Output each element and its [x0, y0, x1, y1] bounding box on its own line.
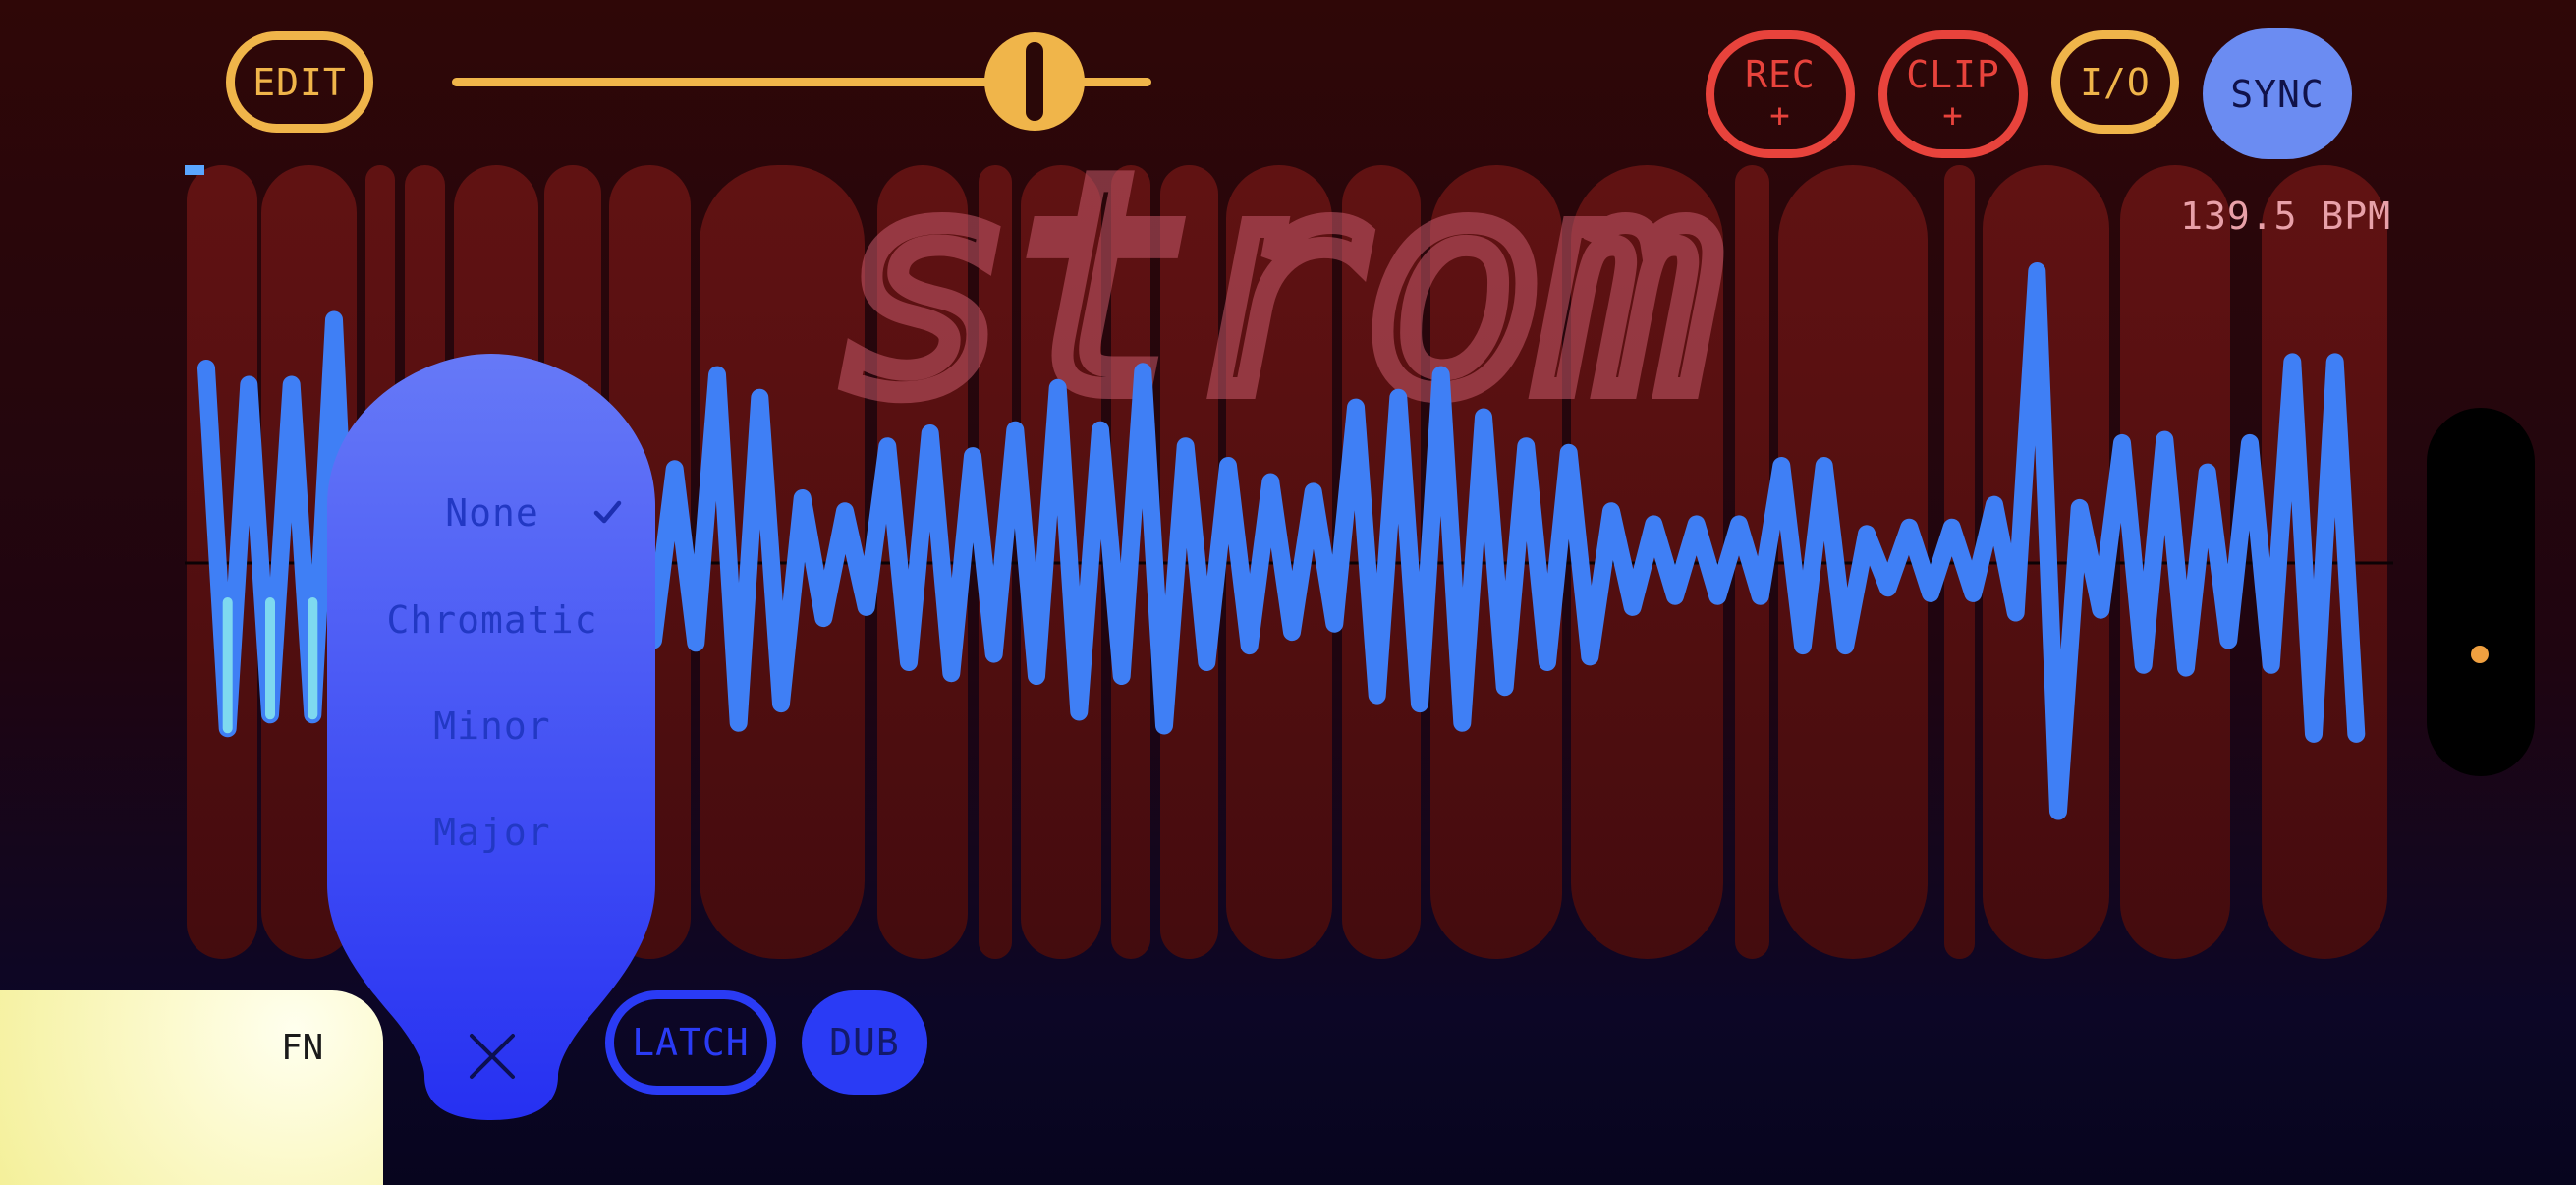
scale-option-major[interactable]: Major: [332, 814, 652, 851]
io-button-label: I/O: [2080, 60, 2151, 104]
scale-option-chromatic[interactable]: Chromatic: [332, 601, 652, 639]
edit-button[interactable]: EDIT: [226, 31, 373, 133]
knob-slot: [1026, 42, 1043, 121]
close-icon[interactable]: [466, 1030, 519, 1083]
check-icon: [593, 500, 622, 524]
rec-add-icon: +: [1769, 96, 1791, 136]
latch-button-label: LATCH: [632, 1021, 750, 1064]
latch-button[interactable]: LATCH: [605, 990, 776, 1095]
playhead-marker: [185, 165, 204, 175]
dub-button[interactable]: DUB: [802, 990, 927, 1095]
io-button[interactable]: I/O: [2051, 30, 2179, 134]
sync-button-label: SYNC: [2230, 72, 2324, 116]
fn-key-panel[interactable]: [0, 990, 383, 1185]
dub-button-label: DUB: [829, 1021, 900, 1064]
clip-button[interactable]: CLIP +: [1878, 30, 2028, 158]
side-handle-dot: [2471, 646, 2489, 663]
scale-option-minor[interactable]: Minor: [332, 707, 652, 745]
sync-button[interactable]: SYNC: [2203, 28, 2352, 159]
bpm-readout: 139.5 BPM: [2180, 195, 2391, 238]
strom-logo: strom: [822, 104, 1731, 469]
logo-text: strom: [833, 115, 1720, 458]
tempo-slider-knob[interactable]: [984, 32, 1085, 131]
clip-add-icon: +: [1942, 96, 1964, 136]
rec-button-label: REC: [1745, 53, 1816, 96]
edit-button-label: EDIT: [252, 60, 347, 104]
clip-button-label: CLIP: [1906, 53, 2000, 96]
fn-label: FN: [281, 1028, 324, 1068]
rec-button[interactable]: REC +: [1706, 30, 1855, 158]
side-scroll-handle[interactable]: [2427, 408, 2535, 776]
